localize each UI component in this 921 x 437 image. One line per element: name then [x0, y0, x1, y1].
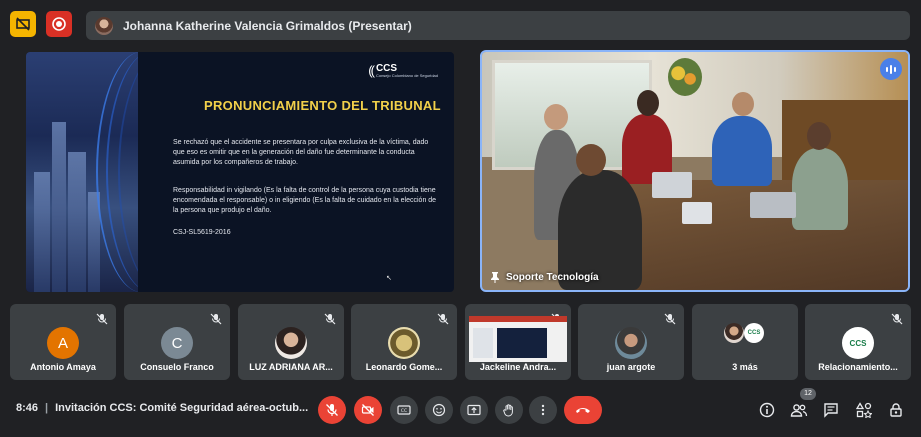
slide-paragraph-1: Se rechazó que el accidente se presentar…: [173, 139, 429, 166]
hang-up-button[interactable]: [564, 396, 602, 424]
mic-off-icon: [891, 313, 903, 325]
slide-citation: CSJ-SL5619-2016: [173, 229, 231, 236]
ccs-logo: (( CCS Consejo Colombiano de Seguridad: [368, 63, 438, 78]
svg-text:CC: CC: [401, 408, 407, 414]
people-button[interactable]: [789, 400, 809, 420]
mic-off-icon: [664, 313, 676, 325]
participant-name: Antonio Amaya: [30, 362, 96, 372]
participant-name: juan argote: [606, 362, 656, 372]
participant-tile[interactable]: LUZ ADRIANA AR...: [238, 304, 344, 380]
ccs-avatar: CCS: [744, 323, 764, 343]
activities-button[interactable]: [854, 400, 874, 420]
camera-feed[interactable]: Soporte Tecnología: [480, 50, 910, 292]
host-controls-icon: [890, 403, 902, 417]
clock-time: 8:46: [16, 402, 39, 414]
meeting-details-button[interactable]: [757, 400, 777, 420]
avatar: [388, 327, 420, 359]
ccs-avatar: CCS: [842, 327, 874, 359]
camera-toggle-button[interactable]: [354, 396, 382, 424]
mic-off-icon: [437, 313, 449, 325]
shared-slide: (( CCS Consejo Colombiano de Seguridad P…: [26, 52, 454, 292]
host-controls-button[interactable]: [886, 400, 906, 420]
info-icon: [759, 402, 775, 418]
captions-button[interactable]: CC: [390, 396, 418, 424]
slide-city-image: [26, 52, 138, 292]
people-count-badge: 12: [800, 388, 816, 400]
top-bar: Johanna Katherine Valencia Grimaldos (Pr…: [0, 0, 921, 50]
participant-name: Consuelo Franco: [140, 362, 214, 372]
chat-button[interactable]: [821, 400, 841, 420]
participant-name: Relacionamiento...: [818, 362, 898, 372]
audio-level-icon: [880, 58, 902, 80]
hang-up-icon: [576, 408, 590, 413]
avatar: C: [161, 327, 193, 359]
chat-icon: [824, 403, 838, 418]
presenter-name: Johanna Katherine Valencia Grimaldos (Pr…: [123, 18, 412, 33]
presenter-bar[interactable]: Johanna Katherine Valencia Grimaldos (Pr…: [86, 11, 910, 40]
bottom-bar: 8:46 | Invitación CCS: Comité Seguridad aé…: [0, 388, 921, 437]
record-icon[interactable]: [46, 11, 72, 37]
participant-tile[interactable]: A Antonio Amaya: [10, 304, 116, 380]
more-participants-label: 3 más: [732, 362, 758, 372]
slide-paragraph-2: Responsabilidad in vigilando (Es la falt…: [173, 187, 437, 214]
emoji-button[interactable]: [425, 396, 453, 424]
participant-name: LUZ ADRIANA AR...: [249, 362, 333, 372]
present-screen-button[interactable]: [460, 396, 488, 424]
raise-hand-button[interactable]: [495, 396, 523, 424]
participant-tile[interactable]: Jackeline Andra...: [465, 304, 571, 380]
participant-name: Jackeline Andra...: [479, 362, 557, 372]
mic-off-icon: [210, 313, 222, 325]
participant-tile[interactable]: Leonardo Gome...: [351, 304, 457, 380]
people-icon: [790, 404, 808, 417]
raise-hand-icon: [503, 404, 513, 417]
avatar: [275, 327, 307, 359]
camera-label: Soporte Tecnología: [490, 271, 599, 283]
avatar: [615, 327, 647, 359]
present-screen-icon: [467, 404, 481, 416]
emoji-icon: [432, 403, 446, 417]
slide-title: PRONUNCIAMIENTO DEL TRIBUNAL: [204, 98, 441, 113]
activities-icon: [856, 402, 872, 418]
mic-off-icon: [96, 313, 108, 325]
present-off-icon[interactable]: [10, 11, 36, 37]
cursor-icon: ↖: [386, 275, 392, 282]
camera-off-icon: [361, 404, 374, 416]
avatar: A: [47, 327, 79, 359]
mic-toggle-button[interactable]: [318, 396, 346, 424]
meeting-info: 8:46 | Invitación CCS: Comité Seguridad aé…: [16, 402, 309, 414]
mic-off-icon: [324, 313, 336, 325]
captions-icon: CC: [397, 405, 411, 415]
avatar: [724, 323, 744, 343]
participant-name: Leonardo Gome...: [365, 362, 443, 372]
more-options-button[interactable]: [529, 396, 557, 424]
presenter-avatar: [95, 16, 113, 35]
pin-icon: [491, 272, 499, 283]
participant-tile[interactable]: CCS Relacionamiento...: [805, 304, 911, 380]
participant-tile[interactable]: juan argote: [578, 304, 684, 380]
more-participants-tile[interactable]: CCS 3 más: [692, 304, 798, 380]
participant-tile[interactable]: C Consuelo Franco: [124, 304, 230, 380]
meeting-title: Invitación CCS: Comité Seguridad aérea-o…: [55, 402, 309, 414]
mic-off-icon: [326, 404, 338, 416]
shared-screen-thumbnail: [469, 316, 567, 362]
more-options-icon: [541, 404, 545, 416]
